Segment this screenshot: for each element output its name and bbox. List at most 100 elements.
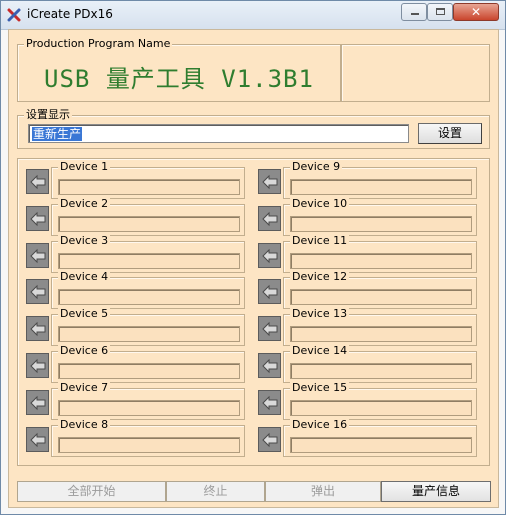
arrow-left-icon <box>262 211 278 227</box>
device-eject-button[interactable] <box>26 389 49 415</box>
device-eject-button[interactable] <box>258 205 281 231</box>
device-slot: Device 1 <box>26 160 246 199</box>
close-button[interactable]: ✕ <box>453 3 499 21</box>
device-status-field <box>290 215 472 232</box>
device-status-field <box>58 179 240 195</box>
device-frame: Device 16 <box>283 417 477 457</box>
arrow-left-icon <box>30 358 46 374</box>
device-slot: Device 13 <box>258 307 478 347</box>
device-status-field <box>290 436 472 453</box>
device-status-field <box>58 252 240 269</box>
device-slot: Device 5 <box>26 307 246 347</box>
device-frame: Device 14 <box>283 344 477 383</box>
arrow-left-icon <box>30 248 46 263</box>
device-slot: Device 8 <box>26 417 246 457</box>
device-eject-button[interactable] <box>258 426 281 452</box>
arrow-left-icon <box>262 248 278 263</box>
device-slot: Device 10 <box>258 196 478 236</box>
device-status-field <box>58 399 240 416</box>
settings-display-field[interactable]: 重新生产 <box>28 124 409 143</box>
settings-group-label: 设置显示 <box>24 108 72 122</box>
production-program-group: Production Program Name USB 量产工具 V1.3B1 <box>17 37 341 102</box>
device-label: Device 13 <box>290 307 350 322</box>
device-frame: Device 9 <box>283 160 477 199</box>
device-eject-button[interactable] <box>26 242 49 268</box>
device-eject-button[interactable] <box>26 353 49 378</box>
device-frame: Device 15 <box>283 380 477 420</box>
device-frame: Device 7 <box>51 380 245 420</box>
minimize-button[interactable] <box>401 3 427 21</box>
device-eject-button[interactable] <box>26 426 49 452</box>
device-status-field <box>290 399 472 416</box>
arrow-left-icon <box>30 432 46 447</box>
device-slot: Device 3 <box>26 233 246 273</box>
device-label: Device 7 <box>58 380 111 395</box>
program-side-panel <box>341 44 490 102</box>
stop-button[interactable]: 终止 <box>166 481 265 502</box>
arrow-left-icon <box>30 285 46 300</box>
main-panel: Production Program Name USB 量产工具 V1.3B1 … <box>8 29 499 508</box>
settings-button[interactable]: 设置 <box>418 123 482 144</box>
device-label: Device 15 <box>290 380 350 395</box>
device-eject-button[interactable] <box>26 279 49 305</box>
device-status-field <box>58 363 240 379</box>
device-label: Device 9 <box>290 160 343 174</box>
arrow-left-icon <box>262 395 278 411</box>
device-label: Device 16 <box>290 417 350 432</box>
program-name: USB 量产工具 V1.3B1 <box>44 65 314 93</box>
device-eject-button[interactable] <box>258 353 281 378</box>
device-status-field <box>290 363 472 379</box>
device-status-field <box>290 289 472 306</box>
device-label: Device 4 <box>58 270 111 285</box>
production-program-label: Production Program Name <box>24 37 173 51</box>
device-eject-button[interactable] <box>26 316 49 342</box>
close-icon: ✕ <box>470 5 482 19</box>
device-frame: Device 2 <box>51 196 245 236</box>
maximize-button[interactable] <box>427 3 453 21</box>
device-slot: Device 7 <box>26 380 246 420</box>
device-label: Device 2 <box>58 196 111 211</box>
device-label: Device 14 <box>290 344 350 358</box>
arrow-left-icon <box>262 432 278 447</box>
device-status-field <box>290 252 472 269</box>
device-eject-button[interactable] <box>26 205 49 231</box>
device-slot: Device 11 <box>258 233 478 273</box>
device-slot: Device 14 <box>258 344 478 383</box>
start-all-button[interactable]: 全部开始 <box>17 481 166 502</box>
device-frame: Device 13 <box>283 307 477 347</box>
device-eject-button[interactable] <box>258 279 281 305</box>
device-status-field <box>58 289 240 306</box>
device-eject-button[interactable] <box>258 169 281 194</box>
device-eject-button[interactable] <box>258 389 281 415</box>
settings-group: 设置显示 重新生产 设置 <box>17 108 490 149</box>
device-frame: Device 12 <box>283 270 477 310</box>
device-eject-button[interactable] <box>258 242 281 268</box>
device-slot: Device 15 <box>258 380 478 420</box>
app-tools-icon <box>7 8 21 22</box>
device-label: Device 3 <box>58 233 111 248</box>
title-bar[interactable]: iCreate PDx16 ✕ <box>1 1 505 30</box>
device-eject-button[interactable] <box>258 316 281 342</box>
device-frame: Device 4 <box>51 270 245 310</box>
device-status-field <box>58 326 240 343</box>
device-frame: Device 3 <box>51 233 245 273</box>
app-window: iCreate PDx16 ✕ Production Program Name … <box>0 0 506 515</box>
device-slot: Device 2 <box>26 196 246 236</box>
device-status-field <box>58 215 240 232</box>
devices-group: Device 1 Device 2 Device 3 Device 4 Device 5… <box>17 158 490 466</box>
arrow-left-icon <box>262 358 278 374</box>
device-slot: Device 16 <box>258 417 478 457</box>
device-status-field <box>290 179 472 195</box>
device-eject-button[interactable] <box>26 169 49 194</box>
device-frame: Device 1 <box>51 160 245 199</box>
eject-button[interactable]: 弹出 <box>265 481 381 502</box>
window-title: iCreate PDx16 <box>27 7 113 21</box>
device-label: Device 5 <box>58 307 111 322</box>
device-slot: Device 4 <box>26 270 246 310</box>
device-label: Device 6 <box>58 344 111 358</box>
device-slot: Device 12 <box>258 270 478 310</box>
device-frame: Device 8 <box>51 417 245 457</box>
production-info-button[interactable]: 量产信息 <box>381 481 491 502</box>
device-label: Device 11 <box>290 233 350 248</box>
arrow-left-icon <box>262 174 278 190</box>
